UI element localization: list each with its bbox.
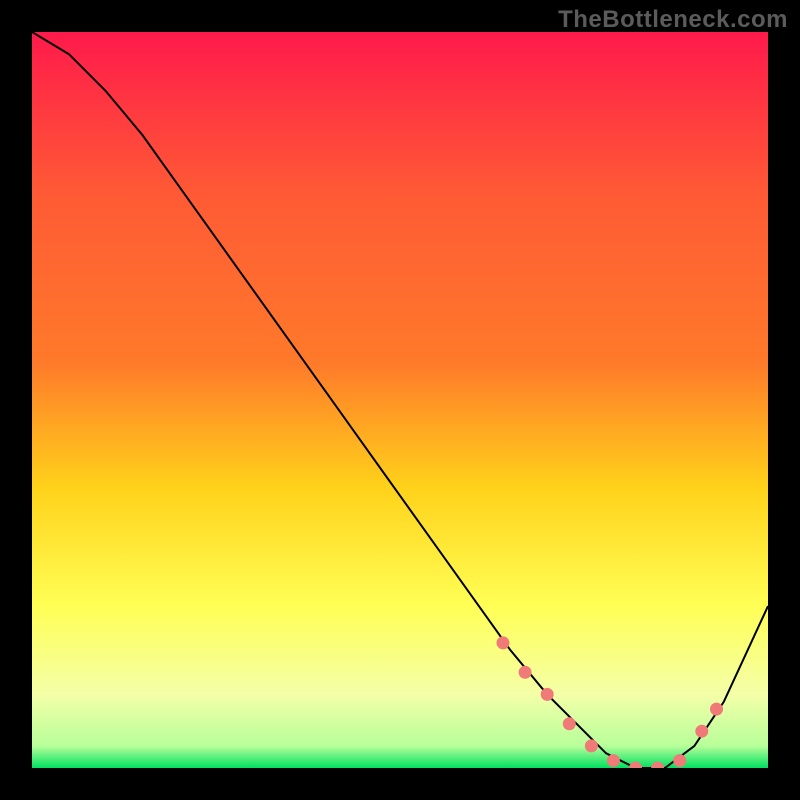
chart-svg xyxy=(32,32,768,768)
highlight-dot xyxy=(541,688,553,700)
highlight-dot xyxy=(674,755,686,767)
highlight-dot xyxy=(519,666,531,678)
highlight-dot xyxy=(563,718,575,730)
highlight-dot xyxy=(696,725,708,737)
highlight-dot xyxy=(607,755,619,767)
gradient-background xyxy=(32,32,768,768)
watermark-text: TheBottleneck.com xyxy=(558,6,788,34)
plot-area xyxy=(32,32,768,768)
chart-frame: TheBottleneck.com xyxy=(0,0,800,800)
highlight-dot xyxy=(497,637,509,649)
highlight-dot xyxy=(585,740,597,752)
highlight-dot xyxy=(711,703,723,715)
